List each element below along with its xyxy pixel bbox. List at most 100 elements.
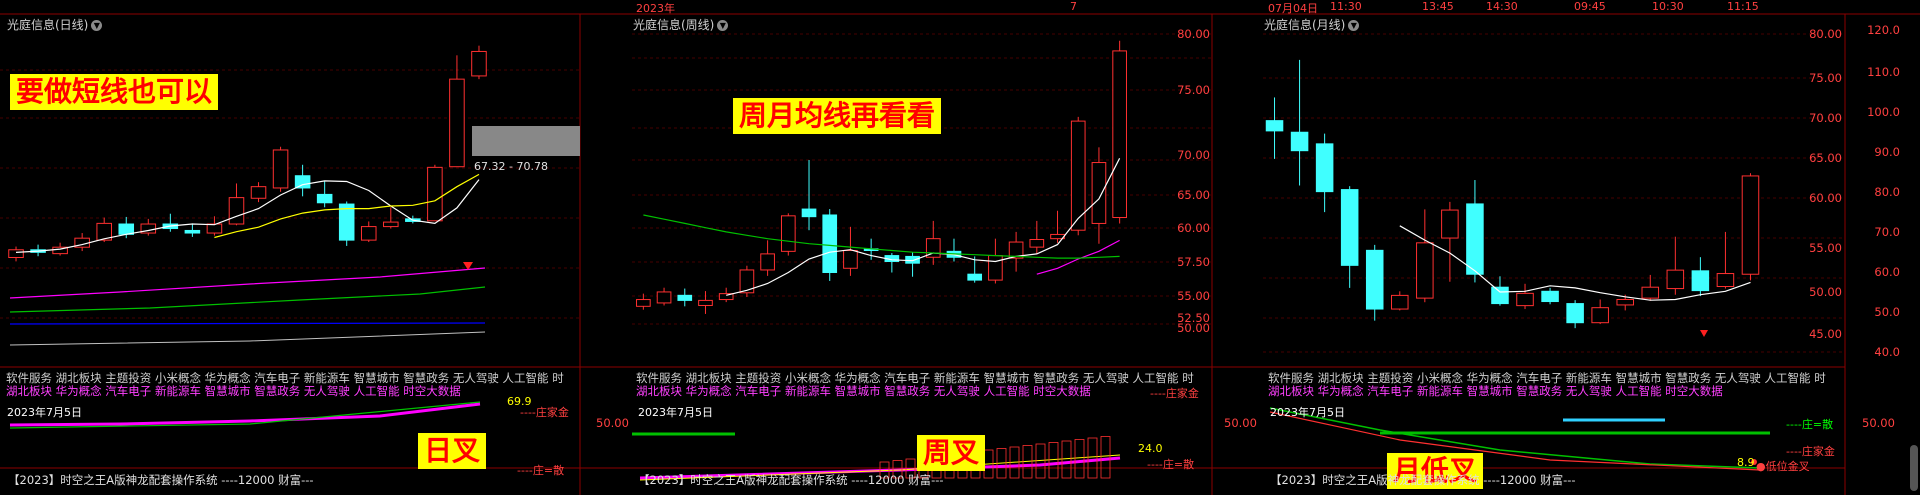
banner-weekly-cross: 周叉 bbox=[917, 435, 986, 471]
zhuangsan-monthly: ----庄=散 bbox=[1786, 418, 1834, 431]
panel-title-monthly-label: 光庭信息(月线) bbox=[1264, 18, 1346, 32]
axis-label-weekly: 80.00 bbox=[1177, 27, 1210, 41]
sub-axis-weekly: 50.00 bbox=[596, 416, 629, 430]
down-arrow-icon bbox=[1700, 330, 1708, 337]
weekly-candle bbox=[1029, 239, 1045, 248]
daily-ma20-line bbox=[9, 267, 486, 299]
top-timeline-item: 10:30 bbox=[1652, 0, 1684, 13]
monthly-candle bbox=[1591, 307, 1609, 324]
banner-daily: 要做短线也可以 bbox=[10, 74, 219, 110]
value-label-monthly: 8.9 bbox=[1737, 456, 1755, 469]
sub-axis-monthly: 50.00 bbox=[1224, 416, 1257, 430]
daily-candle bbox=[228, 197, 245, 225]
top-timeline-item: 07月04日 bbox=[1268, 2, 1318, 15]
chart-frames: 80.0075.0070.0065.0060.0057.5055.0052.50… bbox=[0, 13, 1920, 495]
concepts-monthly-line2: 湖北板块 华为概念 汽车电子 新能源车 智慧城市 智慧政务 无人驾驶 人工智能 … bbox=[1268, 384, 1723, 398]
date-weekly: 2023年7月5日 bbox=[638, 406, 713, 419]
axis-label-weekly: 65.00 bbox=[1177, 188, 1210, 202]
axis-label-monthly: 80.00 bbox=[1809, 27, 1842, 41]
banner-daily-cross: 日叉 bbox=[418, 433, 487, 469]
weekly-volume-bar bbox=[1100, 436, 1111, 479]
monthly-candle bbox=[1315, 143, 1334, 193]
daily-ma120-line bbox=[9, 322, 486, 325]
top-timeline-item: 09:45 bbox=[1574, 0, 1606, 13]
axis-label-right: 110.0 bbox=[1867, 65, 1900, 79]
monthly-candle bbox=[1666, 269, 1685, 290]
monthly-candle bbox=[1491, 286, 1509, 305]
weekly-candle bbox=[760, 253, 775, 271]
monthly-candle bbox=[1416, 242, 1434, 299]
panel-title-monthly[interactable]: 光庭信息(月线) ▼ bbox=[1264, 16, 1360, 33]
axis-label-monthly: 55.00 bbox=[1809, 241, 1842, 255]
vertical-scrollbar[interactable] bbox=[1910, 445, 1918, 491]
top-timeline-item: 14:30 bbox=[1486, 0, 1518, 13]
monthly-candle bbox=[1541, 290, 1559, 303]
axis-label-right: 50.0 bbox=[1874, 305, 1900, 319]
sub-axis-right: 50.00 bbox=[1862, 416, 1895, 430]
weekly-candle bbox=[656, 291, 672, 304]
monthly-candle bbox=[1365, 249, 1384, 310]
axis-label-monthly: 70.00 bbox=[1809, 111, 1842, 125]
axis-label-weekly: 50.00 bbox=[1177, 321, 1210, 335]
axis-label-weekly: 60.00 bbox=[1177, 221, 1210, 235]
price-range-box bbox=[472, 126, 580, 156]
monthly-candle bbox=[1391, 294, 1409, 310]
daily-candle bbox=[184, 229, 201, 234]
weekly-volume-bar bbox=[1074, 439, 1085, 479]
weekly-volume-bar bbox=[1061, 440, 1072, 479]
monthly-candle bbox=[1466, 203, 1484, 275]
weekly-candle bbox=[822, 214, 838, 273]
chevron-down-icon[interactable]: ▼ bbox=[91, 20, 103, 31]
system-bar-monthly: 【2023】时空之王A版神龙配套操作系统 ----12000 财富--- bbox=[1270, 473, 1576, 487]
axis-label-monthly: 50.00 bbox=[1809, 285, 1842, 299]
chevron-down-icon[interactable]: ▼ bbox=[1348, 20, 1360, 31]
weekly-candle bbox=[780, 215, 796, 252]
daily-ma250-line bbox=[9, 331, 486, 346]
top-timeline-item: 11:30 bbox=[1330, 0, 1362, 13]
price-range-label: 67.32 - 70.78 bbox=[474, 160, 548, 173]
value-label-weekly: 24.0 bbox=[1138, 442, 1163, 455]
daily-candle bbox=[360, 226, 377, 241]
monthly-candle bbox=[1641, 286, 1660, 299]
axis-label-right: 80.0 bbox=[1874, 185, 1900, 199]
daily-candle bbox=[118, 223, 135, 235]
monthly-candle bbox=[1441, 209, 1459, 239]
axis-label-right: 60.0 bbox=[1874, 265, 1900, 279]
daily-candle bbox=[250, 186, 267, 199]
daily-candle bbox=[316, 193, 333, 204]
daily-candle bbox=[206, 223, 223, 234]
weekly-candle bbox=[967, 273, 983, 281]
concepts-daily: 软件服务 湖北板块 主题投资 小米概念 华为概念 汽车电子 新能源车 智慧城市 … bbox=[6, 372, 578, 398]
axis-label-monthly: 65.00 bbox=[1809, 151, 1842, 165]
daily-ma60-line bbox=[9, 286, 486, 313]
monthly-candle bbox=[1616, 298, 1634, 306]
zhuangjia-weekly: ----庄家金 bbox=[1150, 387, 1199, 400]
zhuangsan-weekly: ----庄=散 bbox=[1147, 458, 1195, 471]
panel-title-weekly-label: 光庭信息(周线) bbox=[633, 18, 715, 32]
monthly-candle bbox=[1340, 189, 1359, 266]
axis-label-right: 120.0 bbox=[1867, 23, 1900, 37]
panel-title-daily[interactable]: 光庭信息(日线) ▼ bbox=[7, 16, 103, 33]
weekly-candle bbox=[677, 294, 693, 301]
monthly-candle bbox=[1691, 270, 1710, 292]
panel-title-weekly[interactable]: 光庭信息(周线) ▼ bbox=[633, 16, 729, 33]
axis-label-monthly: 45.00 bbox=[1809, 327, 1842, 341]
axis-label-right: 40.0 bbox=[1874, 345, 1900, 359]
concepts-daily-line2: 湖北板块 华为概念 汽车电子 新能源车 智慧城市 智慧政务 无人驾驶 人工智能 … bbox=[6, 384, 461, 398]
chevron-down-icon[interactable]: ▼ bbox=[717, 20, 729, 31]
weekly-candle bbox=[988, 255, 1003, 281]
axis-label-weekly: 75.00 bbox=[1177, 83, 1210, 97]
weekly-candle bbox=[801, 208, 817, 218]
zhuangjia-daily: ----庄家金 bbox=[520, 406, 569, 419]
top-timeline-mid-year: 2023年 bbox=[636, 2, 675, 15]
monthly-candle bbox=[1516, 292, 1534, 307]
weekly-candle bbox=[739, 269, 755, 294]
zhuangjia-monthly: ----庄家金 bbox=[1786, 445, 1835, 458]
axis-label-weekly: 57.50 bbox=[1177, 255, 1210, 269]
axis-label-monthly: 75.00 bbox=[1809, 71, 1842, 85]
daily-candle bbox=[8, 249, 24, 259]
top-timeline-mid-month: 7 bbox=[1070, 0, 1077, 13]
axis-label-right: 90.0 bbox=[1874, 145, 1900, 159]
system-bar-daily: 【2023】时空之王A版神龙配套操作系统 ----12000 财富--- bbox=[8, 473, 314, 487]
axis-label-weekly: 55.00 bbox=[1177, 289, 1210, 303]
